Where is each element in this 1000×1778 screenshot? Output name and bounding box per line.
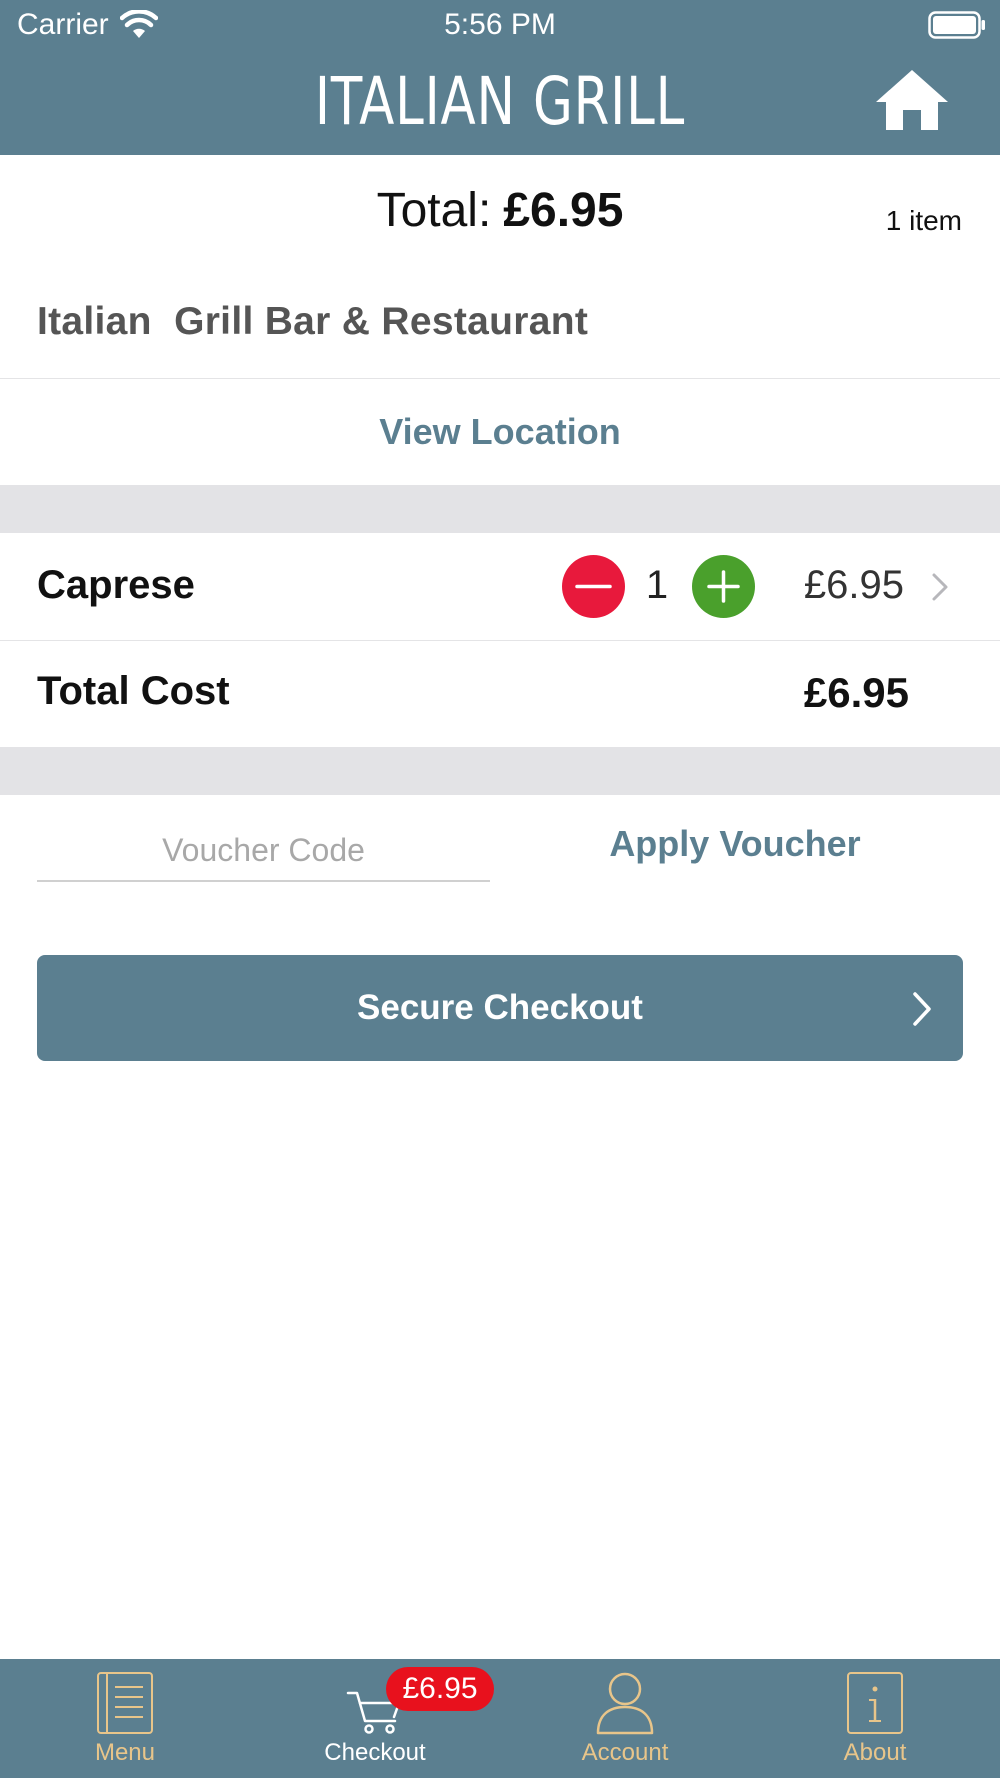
tab-menu[interactable]: Menu <box>0 1659 250 1778</box>
item-price: £6.95 <box>803 563 904 607</box>
home-icon[interactable] <box>872 66 952 134</box>
status-bar: Carrier 5:56 PM <box>0 0 1000 50</box>
cart-total-badge: £6.95 <box>386 1667 494 1711</box>
restaurant-name: Italian Grill Bar & Restaurant <box>37 300 589 343</box>
total-cost-row: Total Cost £6.95 <box>0 641 1000 747</box>
person-icon <box>596 1672 654 1735</box>
order-item-row[interactable]: Caprese 1 £6.95 <box>0 533 1000 640</box>
plus-icon <box>707 570 740 603</box>
tab-bar: Menu Checkout Account About <box>0 1659 1000 1778</box>
item-count: 1 item <box>885 205 962 236</box>
item-quantity: 1 <box>645 563 669 607</box>
app-header: Carrier 5:56 PM ITALIAN GRILL <box>0 0 1000 155</box>
section-separator <box>0 747 1000 795</box>
total-value: £6.95 <box>503 184 624 237</box>
item-name: Caprese <box>37 563 195 607</box>
clock: 5:56 PM <box>444 8 556 41</box>
tab-label: Menu <box>94 1739 156 1766</box>
tab-label: Account <box>581 1739 669 1766</box>
decrease-quantity-button[interactable] <box>562 555 625 618</box>
increase-quantity-button[interactable] <box>692 555 755 618</box>
total-label: Total: <box>376 184 492 237</box>
battery-icon <box>928 11 985 39</box>
total-cost-value: £6.95 <box>803 669 909 716</box>
tab-about[interactable]: About <box>750 1659 1000 1778</box>
checkout-label: Secure Checkout <box>357 988 643 1027</box>
app-title: ITALIAN GRILL <box>314 63 686 140</box>
voucher-code-input[interactable] <box>37 820 490 882</box>
section-separator <box>0 485 1000 533</box>
secure-checkout-button[interactable]: Secure Checkout <box>37 955 963 1061</box>
minus-icon <box>575 584 612 589</box>
apply-voucher-button[interactable]: Apply Voucher <box>540 823 930 865</box>
tab-label: About <box>843 1739 907 1766</box>
tab-label: Checkout <box>324 1739 426 1766</box>
chevron-right-icon <box>932 573 948 601</box>
view-location-link[interactable]: View Location <box>0 379 1000 485</box>
info-icon <box>847 1672 903 1734</box>
tab-account[interactable]: Account <box>500 1659 750 1778</box>
total-cost-label: Total Cost <box>37 669 230 713</box>
order-summary: Total: £6.95 1 item <box>0 155 1000 267</box>
chevron-right-icon <box>913 992 931 1026</box>
menu-book-icon <box>97 1672 153 1734</box>
header-total: Total: £6.95 <box>0 183 1000 238</box>
